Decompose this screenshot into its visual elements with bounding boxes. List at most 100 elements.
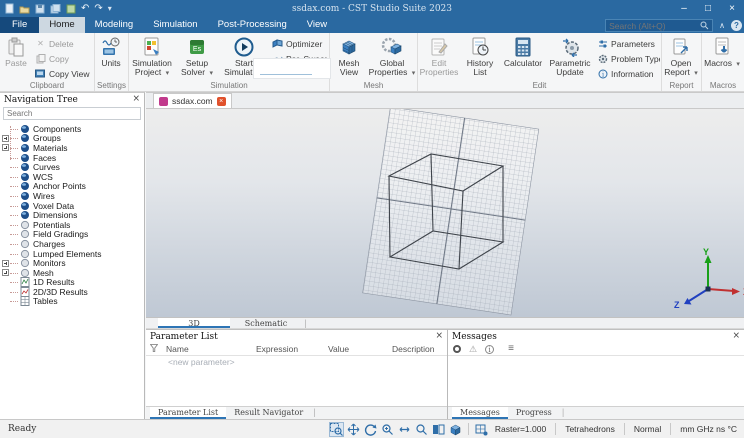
tree-item-faces[interactable]: Faces — [0, 153, 144, 163]
select-zoom-icon[interactable] — [328, 421, 344, 437]
message-list-icon[interactable]: ≡ — [508, 344, 514, 354]
tree-item-tables[interactable]: Tables — [0, 296, 144, 307]
expand-icon[interactable] — [2, 269, 9, 277]
collapse-ribbon-icon[interactable]: ∧ — [719, 21, 725, 30]
tree-item-mesh[interactable]: Mesh — [0, 268, 144, 278]
tab-3d[interactable]: 3D — [158, 318, 230, 328]
tree-item-curves[interactable]: Curves — [0, 162, 144, 172]
status-normal[interactable]: Normal — [629, 424, 666, 434]
dynamic-zoom-icon[interactable] — [380, 422, 395, 437]
mesh-view-button[interactable]: Mesh View — [330, 35, 368, 81]
minimize-button[interactable]: – — [672, 0, 696, 17]
status-raster[interactable]: Raster=1.000 — [490, 424, 551, 434]
copy-button[interactable]: Copy — [32, 51, 94, 66]
document-tab[interactable]: ssdax.com × — [153, 93, 232, 108]
messages-body[interactable] — [448, 356, 744, 406]
optimizer-button[interactable]: Optimizer ▾ — [269, 36, 327, 51]
filter-icon[interactable] — [146, 344, 162, 354]
parametric-update-button[interactable]: Parametric Update — [546, 35, 594, 81]
close-icon[interactable]: × — [435, 332, 443, 341]
column-description[interactable]: Description — [388, 344, 435, 354]
tree-item-dimensions[interactable]: Dimensions — [0, 210, 144, 220]
tab-file[interactable]: File — [0, 17, 40, 33]
edit-properties-button[interactable]: Edit Properties — [418, 35, 460, 81]
tree-item-monitors[interactable]: Monitors — [0, 258, 144, 268]
parameters-button[interactable]: Parameters ▾ — [594, 36, 660, 51]
isometric-view-icon[interactable] — [448, 422, 463, 437]
split-window-icon[interactable] — [431, 422, 446, 437]
tab-modeling[interactable]: Modeling — [85, 17, 144, 33]
undo-icon[interactable]: ↶ — [81, 3, 89, 14]
tree-item-materials[interactable]: Materials — [0, 143, 144, 153]
tree-item-potentials[interactable]: Potentials — [0, 220, 144, 230]
tab-parameter-list[interactable]: Parameter List — [150, 407, 227, 419]
simulation-project-button[interactable]: Simulation Project ▾ — [129, 35, 175, 81]
tree-item-voxel-data[interactable]: Voxel Data — [0, 201, 144, 211]
help-icon[interactable]: ? — [731, 20, 742, 31]
tab-view[interactable]: View — [297, 17, 337, 33]
tree-item-wcs[interactable]: WCS — [0, 172, 144, 182]
tree-item-2d3d-results[interactable]: 2D/3D Results — [0, 286, 144, 297]
delete-button[interactable]: ✕ Delete — [32, 36, 94, 51]
information-button[interactable]: i Information — [594, 66, 660, 81]
search-input[interactable] — [609, 20, 701, 31]
global-properties-button[interactable]: Global Properties ▾ — [368, 35, 416, 81]
status-units[interactable]: mm GHz ns °C — [675, 424, 742, 434]
rotate-icon[interactable] — [363, 422, 378, 437]
tree-search-box[interactable] — [3, 107, 141, 120]
ribbon-search[interactable] — [605, 19, 714, 32]
column-value[interactable]: Value — [324, 344, 388, 354]
tab-progress[interactable]: Progress — [508, 407, 560, 419]
calculator-button[interactable]: Calculator — [500, 35, 546, 81]
redo-icon[interactable]: ↷ — [94, 3, 102, 14]
tree-search-input[interactable] — [4, 109, 140, 118]
warning-icon[interactable]: ⚠ — [469, 344, 477, 354]
raster-icon[interactable] — [474, 422, 489, 437]
3d-viewport[interactable]: Y X Z — [146, 106, 744, 317]
open-file-icon[interactable] — [19, 4, 30, 14]
tree-item-field-gradings[interactable]: Field Gradings — [0, 229, 144, 239]
expand-icon[interactable] — [2, 144, 9, 152]
tab-post-processing[interactable]: Post-Processing — [208, 17, 297, 33]
tab-simulation[interactable]: Simulation — [143, 17, 207, 33]
status-mesh-type[interactable]: Tetrahedrons — [560, 424, 620, 434]
open-report-button[interactable]: Open Report ▾ — [662, 35, 700, 81]
pan-icon[interactable] — [397, 422, 412, 437]
new-file-icon[interactable] — [5, 3, 14, 14]
tab-result-navigator[interactable]: Result Navigator — [226, 407, 311, 419]
paste-button[interactable]: Paste — [0, 35, 32, 81]
tree-item-wires[interactable]: Wires — [0, 191, 144, 201]
parameter-list-body[interactable] — [146, 367, 447, 406]
column-expression[interactable]: Expression — [252, 344, 324, 354]
tab-schematic[interactable]: Schematic — [230, 318, 302, 328]
tab-messages[interactable]: Messages — [452, 407, 508, 419]
column-name[interactable]: Name — [162, 344, 252, 354]
tab-home[interactable]: Home — [39, 17, 85, 33]
close-document-icon[interactable]: × — [216, 96, 226, 106]
tree-item-lumped-elements[interactable]: Lumped Elements — [0, 249, 144, 259]
maximize-button[interactable]: □ — [696, 0, 720, 17]
tree-item-components[interactable]: Components — [0, 124, 144, 134]
move-icon[interactable] — [346, 422, 361, 437]
filter-errors-icon[interactable] — [453, 345, 461, 353]
tree-item-1d-results[interactable]: 1D Results — [0, 277, 144, 288]
tree-item-groups[interactable]: Groups — [0, 133, 144, 143]
close-icon[interactable]: × — [132, 95, 140, 104]
history-list-button[interactable]: History List — [460, 35, 500, 81]
problem-type-button[interactable]: Problem Type ▾ — [594, 51, 660, 66]
info-icon[interactable]: i — [485, 344, 495, 354]
macros-button[interactable]: Macros ▾ — [702, 35, 742, 81]
new-parameter-row[interactable]: <new parameter> — [146, 356, 447, 367]
tree-item-charges[interactable]: Charges — [0, 239, 144, 249]
qat-customize-icon[interactable]: ▾ — [108, 4, 112, 13]
save-all-icon[interactable] — [50, 3, 61, 14]
expand-icon[interactable] — [2, 134, 9, 142]
export-icon[interactable] — [66, 4, 76, 14]
units-button[interactable]: Units — [95, 35, 127, 81]
close-button[interactable]: × — [720, 0, 744, 17]
copy-view-button[interactable]: Copy View ▾ — [32, 66, 94, 81]
expand-icon[interactable] — [2, 259, 9, 267]
setup-solver-button[interactable]: Es Setup Solver ▾ — [175, 35, 219, 81]
tree-item-anchor-points[interactable]: Anchor Points — [0, 181, 144, 191]
save-icon[interactable] — [35, 4, 45, 14]
